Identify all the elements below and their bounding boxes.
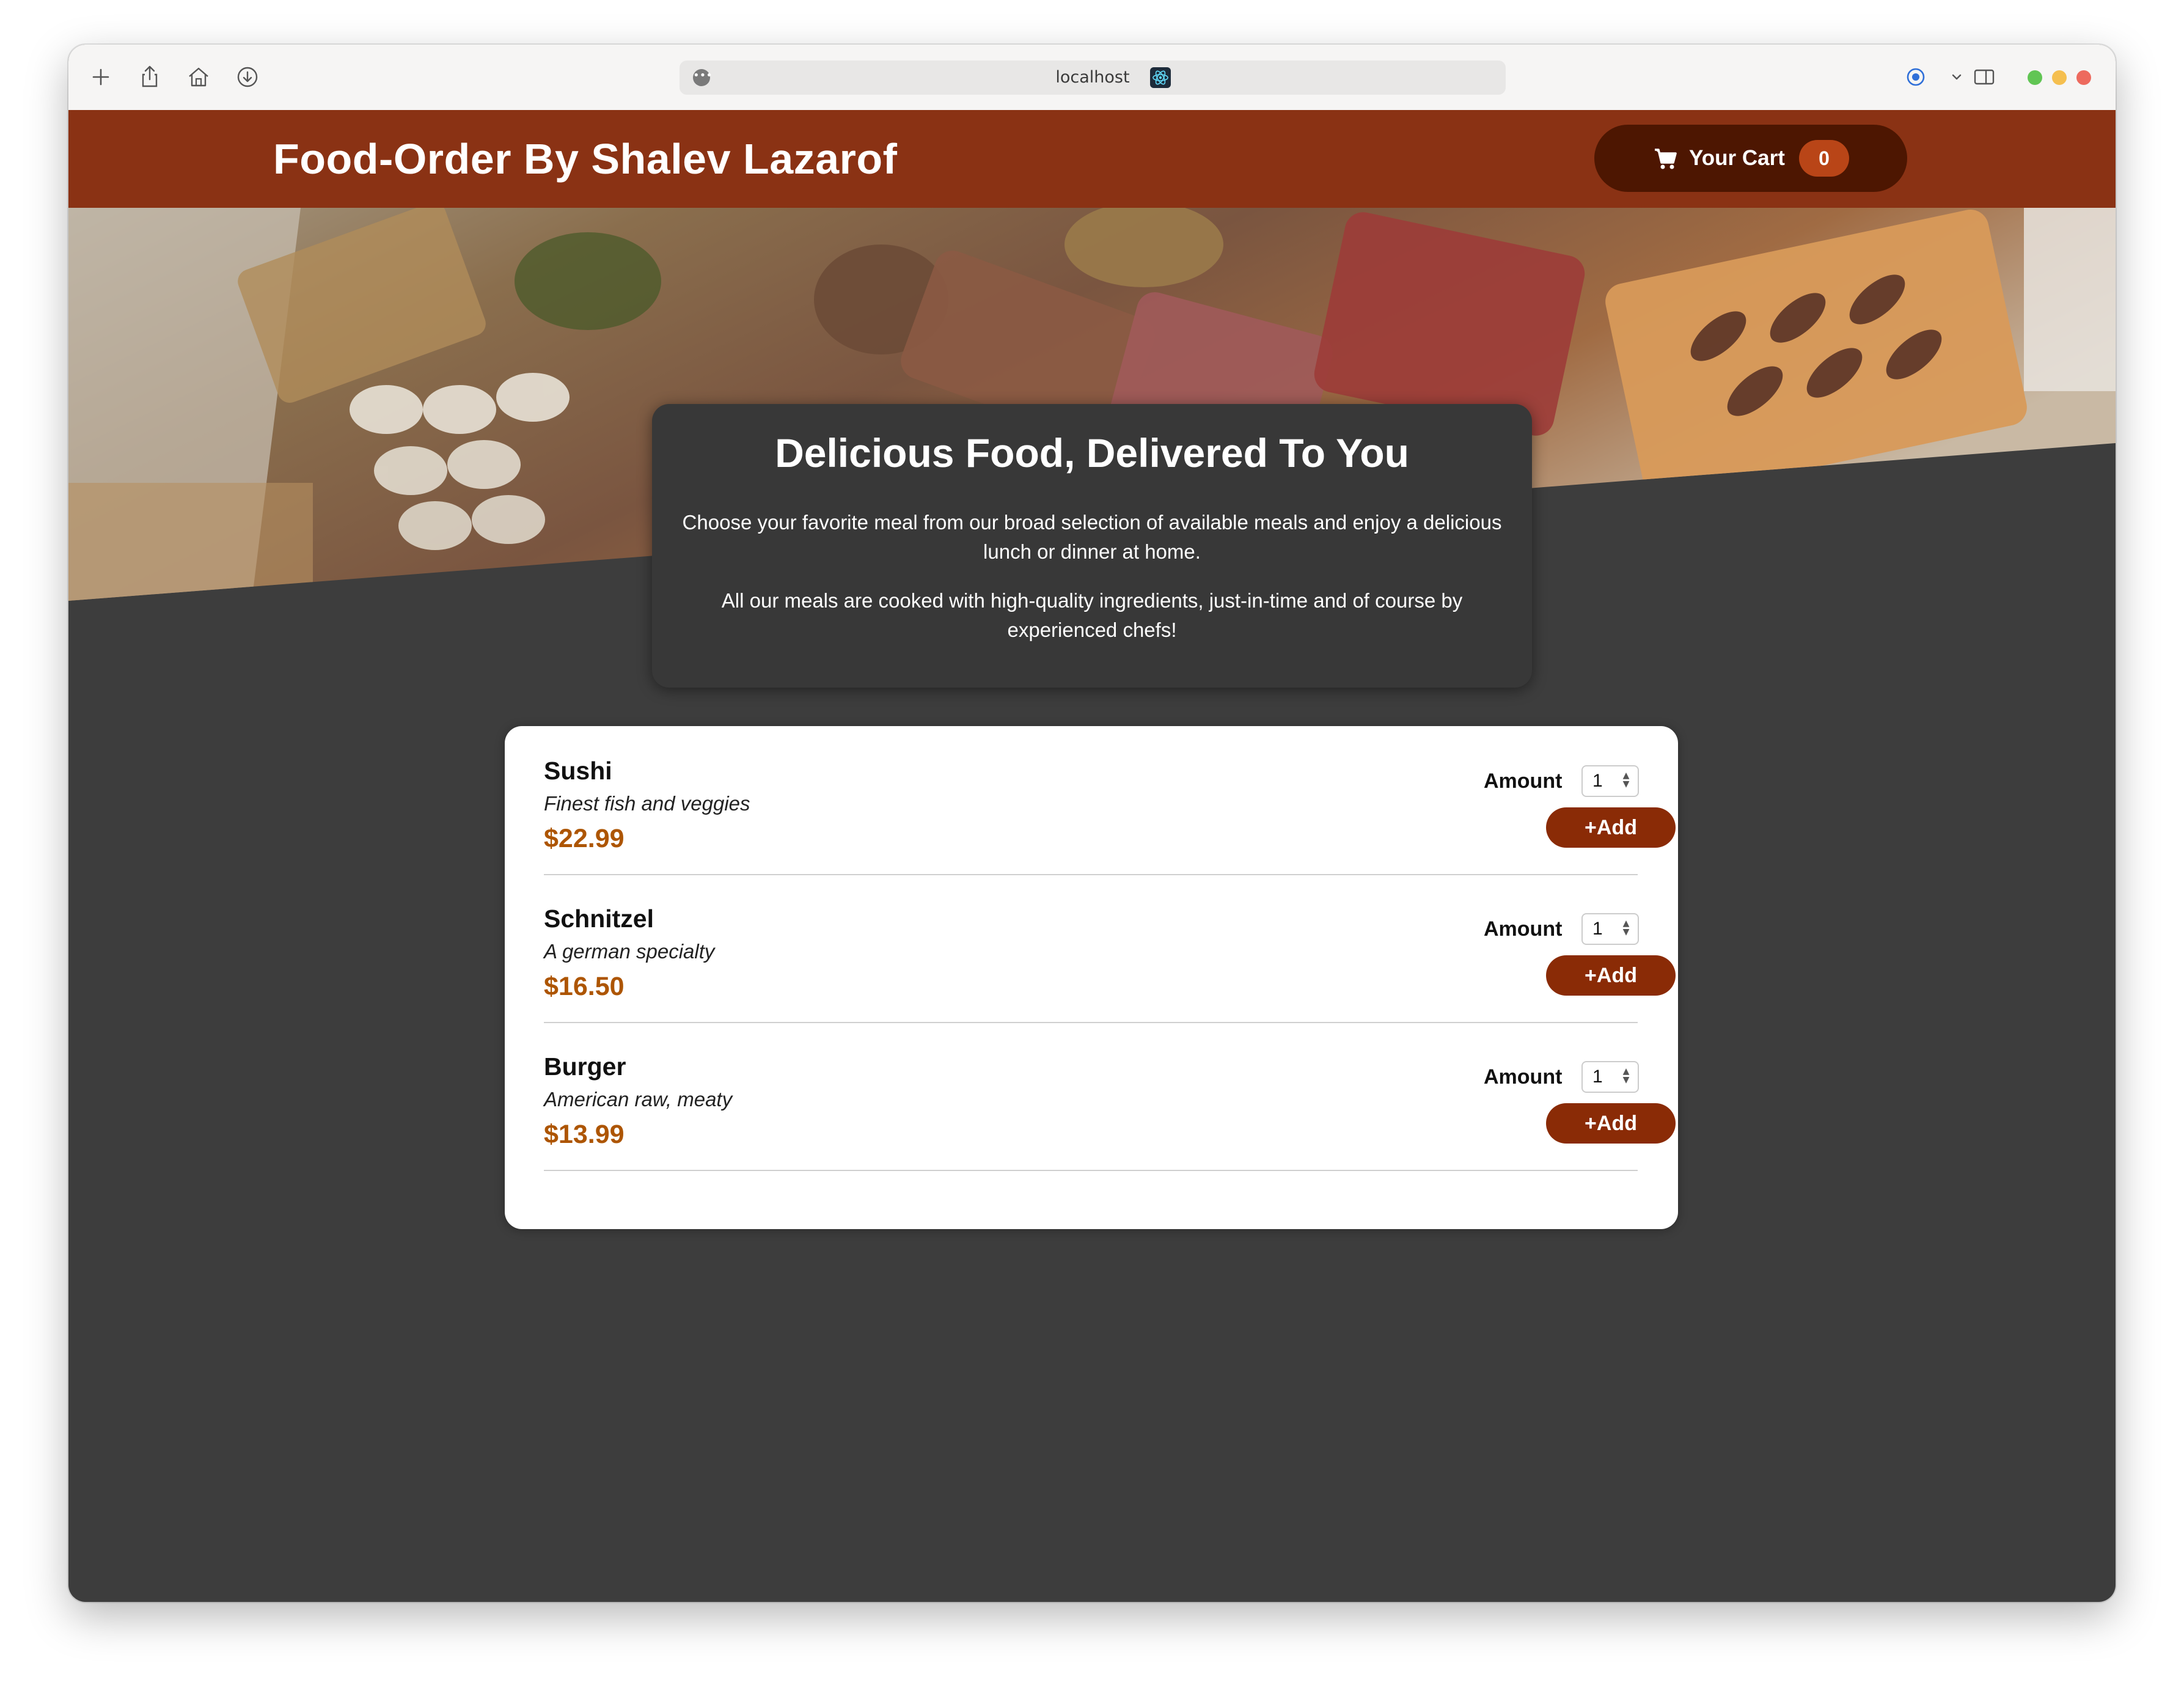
app-title: Food-Order By Shalev Lazarof — [273, 135, 898, 183]
stepper-icon[interactable]: ▲ ▼ — [1621, 919, 1632, 939]
sidebar-button[interactable] — [1970, 63, 1998, 91]
amount-label: Amount — [1484, 917, 1563, 941]
plus-icon — [92, 68, 109, 86]
share-icon — [142, 65, 158, 87]
amount-input[interactable]: 1 ▲ ▼ — [1581, 765, 1639, 797]
cart-count-badge: 0 — [1799, 140, 1849, 177]
new-tab-button[interactable] — [87, 63, 115, 91]
home-button[interactable] — [185, 63, 213, 91]
app-header: Food-Order By Shalev Lazarof Your Cart 0 — [68, 110, 2116, 208]
home-icon — [189, 67, 208, 87]
browser-window: ••• localhost Food-Order By Shalev Lazar… — [68, 45, 2116, 1602]
sidebar-icon — [1974, 69, 1995, 85]
amount-value: 1 — [1592, 1067, 1603, 1087]
download-button[interactable] — [233, 63, 262, 91]
cart-icon — [1653, 147, 1677, 171]
tab-overview-button[interactable] — [1943, 63, 1971, 91]
add-button[interactable]: +Add — [1546, 955, 1676, 996]
amount-label: Amount — [1484, 769, 1563, 793]
meal-price: $13.99 — [544, 1120, 625, 1149]
meal-name: Sushi — [544, 757, 612, 785]
meal-name: Burger — [544, 1052, 626, 1081]
summary-card: Delicious Food, Delivered To You Choose … — [652, 404, 1532, 688]
download-icon — [237, 67, 258, 87]
chevron-down-icon — [1952, 74, 1962, 80]
meal-description: Finest fish and veggies — [544, 792, 750, 815]
summary-title: Delicious Food, Delivered To You — [775, 430, 1409, 476]
cart-button[interactable]: Your Cart 0 — [1594, 125, 1907, 192]
extension-button[interactable] — [1902, 63, 1930, 91]
meal-name: Schnitzel — [544, 905, 654, 933]
add-button[interactable]: +Add — [1546, 807, 1676, 848]
close-window-button[interactable] — [2076, 70, 2091, 85]
summary-paragraph-2: All our meals are cooked with high-quali… — [721, 589, 1463, 641]
amount-value: 1 — [1592, 919, 1603, 939]
meal-item: Sushi Finest fish and veggies $22.99 Amo… — [544, 726, 1676, 875]
meal-price: $22.99 — [544, 824, 625, 853]
stepper-icon[interactable]: ▲ ▼ — [1621, 771, 1632, 791]
amount-input[interactable]: 1 ▲ ▼ — [1581, 1061, 1639, 1093]
meal-price: $16.50 — [544, 972, 625, 1001]
amount-input[interactable]: 1 ▲ ▼ — [1581, 913, 1639, 945]
url-text: localhost — [1055, 68, 1130, 87]
zoom-window-button[interactable] — [2028, 70, 2042, 85]
amount-label: Amount — [1484, 1065, 1563, 1089]
meal-description: American raw, meaty — [544, 1088, 733, 1111]
meal-item: Schnitzel A german specialty $16.50 Amou… — [544, 874, 1676, 1023]
cart-label: Your Cart — [1689, 146, 1785, 170]
react-devtools-icon[interactable] — [1150, 67, 1171, 88]
meal-item: Burger American raw, meaty $13.99 Amount… — [544, 1022, 1676, 1171]
add-button[interactable]: +Add — [1546, 1103, 1676, 1144]
browser-toolbar: ••• localhost — [68, 45, 2116, 111]
summary-paragraph-1: Choose your favorite meal from our broad… — [682, 511, 1502, 563]
share-button[interactable] — [136, 63, 164, 91]
address-bar[interactable]: ••• localhost — [680, 61, 1506, 95]
extension-icon — [1907, 68, 1925, 86]
minimize-window-button[interactable] — [2052, 70, 2067, 85]
meal-description: A german specialty — [544, 940, 715, 963]
meals-card: Sushi Finest fish and veggies $22.99 Amo… — [505, 726, 1678, 1229]
amount-value: 1 — [1592, 771, 1603, 791]
stepper-icon[interactable]: ▲ ▼ — [1621, 1067, 1632, 1087]
